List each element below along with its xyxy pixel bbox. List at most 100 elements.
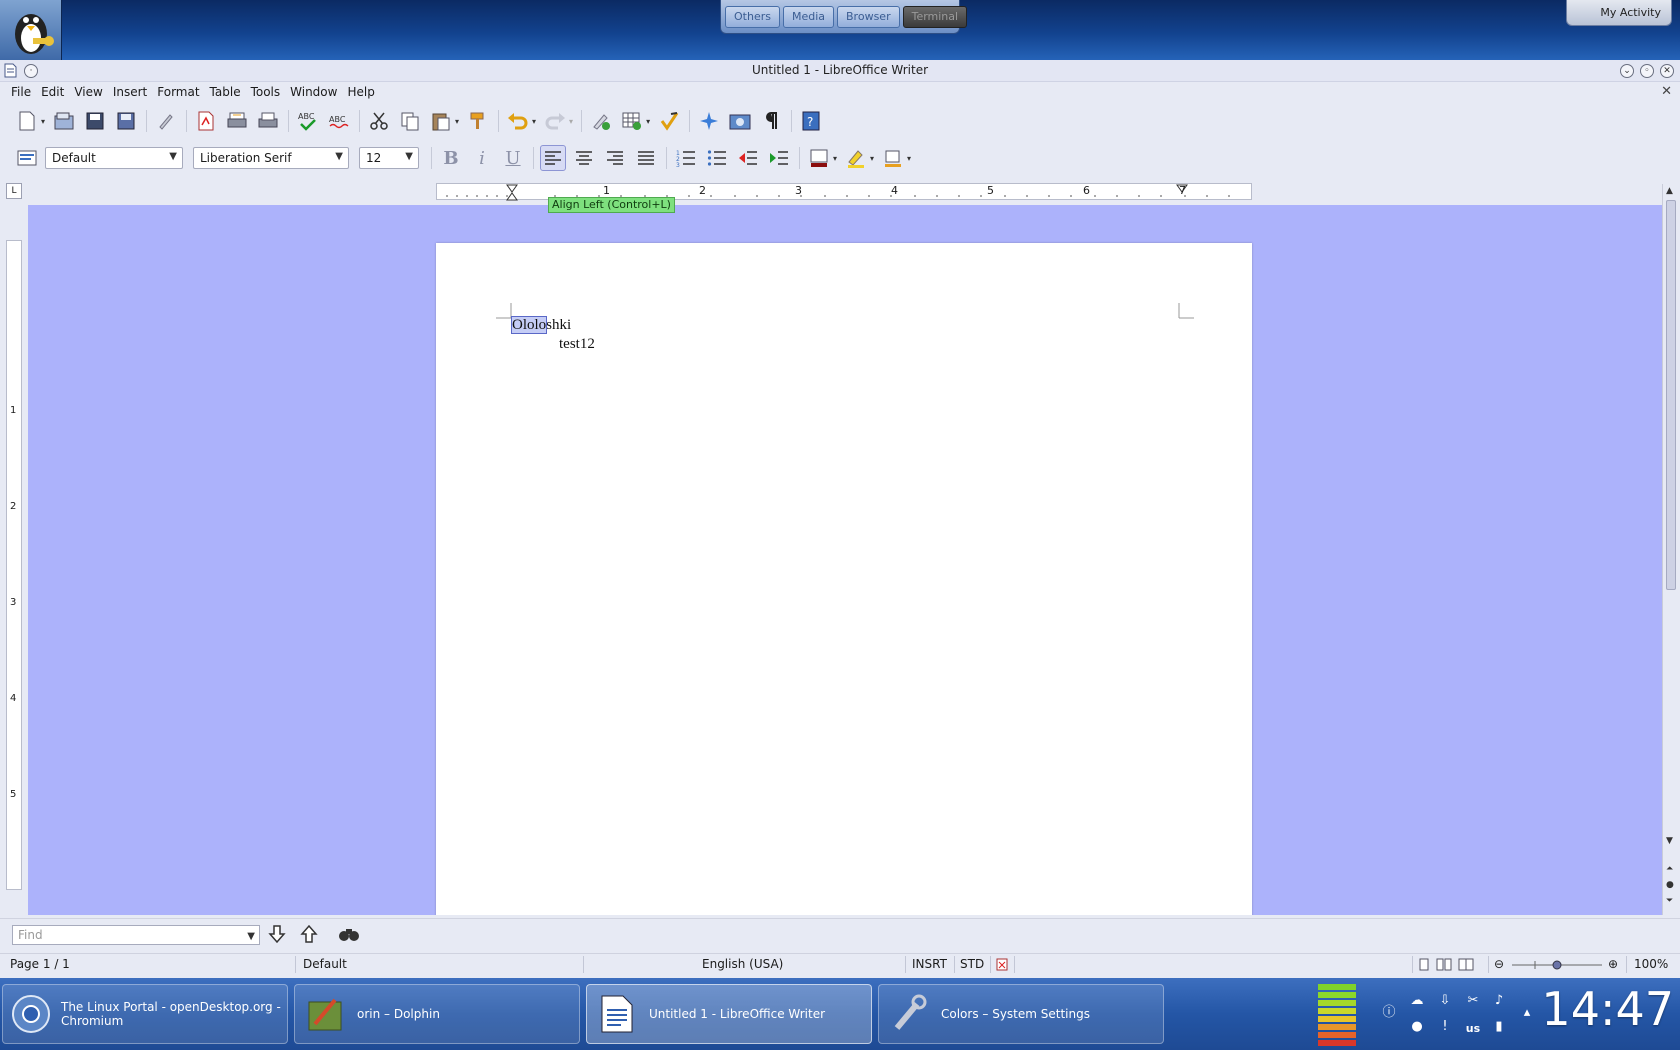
- warning-icon[interactable]: !: [1436, 1018, 1454, 1036]
- bullets-icon[interactable]: [704, 145, 730, 171]
- align-right-icon[interactable]: [602, 145, 628, 171]
- new-document-icon[interactable]: [14, 108, 40, 134]
- spelling-icon[interactable]: ABC: [295, 108, 321, 134]
- highlighting-icon[interactable]: [843, 145, 869, 171]
- menu-edit[interactable]: Edit: [36, 85, 69, 99]
- bold-icon[interactable]: B: [438, 145, 464, 171]
- activity-tab-browser[interactable]: Browser: [837, 5, 900, 28]
- save-icon[interactable]: [82, 108, 108, 134]
- find-next-icon[interactable]: [268, 925, 286, 946]
- edit-file-icon[interactable]: [153, 108, 179, 134]
- vertical-scrollbar[interactable]: ▲ ▼ ⏶ ● ⏷: [1662, 184, 1680, 915]
- justify-icon[interactable]: [633, 145, 659, 171]
- gallery-icon[interactable]: [727, 108, 753, 134]
- notes-icon[interactable]: ●: [1408, 1018, 1426, 1036]
- zoom-in-icon[interactable]: ⊕: [1608, 957, 1618, 971]
- task-system-settings[interactable]: Colors – System Settings: [878, 984, 1164, 1044]
- kde-logo-icon[interactable]: [0, 0, 62, 60]
- minimize-icon[interactable]: ⌄: [1620, 64, 1634, 78]
- print-directly-icon[interactable]: [224, 108, 250, 134]
- table-icon[interactable]: [619, 108, 645, 134]
- undo-icon[interactable]: [505, 108, 531, 134]
- my-activity-button[interactable]: My Activity: [1566, 0, 1672, 26]
- menu-help[interactable]: Help: [342, 85, 379, 99]
- scroll-down-icon[interactable]: ▼: [1666, 836, 1673, 846]
- align-center-icon[interactable]: [571, 145, 597, 171]
- find-previous-icon[interactable]: [300, 924, 318, 946]
- close-document-icon[interactable]: ✕: [1661, 84, 1672, 99]
- print-preview-icon[interactable]: [255, 108, 281, 134]
- menu-view[interactable]: View: [69, 85, 107, 99]
- save-as-icon[interactable]: [113, 108, 139, 134]
- task-dolphin[interactable]: orin – Dolphin: [294, 984, 580, 1044]
- maximize-icon[interactable]: ◦: [1640, 64, 1654, 78]
- info-icon[interactable]: ⓘ: [1380, 1004, 1398, 1022]
- previous-page-icon[interactable]: ⏶: [1666, 864, 1673, 874]
- cut-icon[interactable]: [366, 108, 392, 134]
- multi-page-view-icon[interactable]: [1436, 958, 1452, 974]
- language[interactable]: English (USA): [702, 957, 783, 971]
- clone-formatting-icon[interactable]: [465, 108, 491, 134]
- show-draw-functions-icon[interactable]: [656, 108, 682, 134]
- paragraph-style-combo[interactable]: Default ▼: [45, 147, 183, 169]
- tab-stop-selector[interactable]: L: [6, 183, 22, 199]
- font-size-combo[interactable]: 12 ▼: [359, 147, 419, 169]
- scroll-up-icon[interactable]: ▲: [1666, 186, 1673, 196]
- task-libreoffice-writer[interactable]: Untitled 1 - LibreOffice Writer: [586, 984, 872, 1044]
- hyperlink-icon[interactable]: [588, 108, 614, 134]
- increase-indent-icon[interactable]: [766, 145, 792, 171]
- expand-tray-icon[interactable]: ▴: [1518, 1004, 1536, 1022]
- page-count[interactable]: Page 1 / 1: [10, 957, 70, 971]
- formatting-marks-icon[interactable]: [758, 108, 784, 134]
- document-line-1[interactable]: Ololoshki: [510, 316, 571, 334]
- redo-icon[interactable]: [542, 108, 568, 134]
- align-left-icon[interactable]: [540, 145, 566, 171]
- volume-icon[interactable]: ♪: [1490, 992, 1508, 1010]
- zoom-level[interactable]: 100%: [1634, 957, 1668, 971]
- zoom-slider[interactable]: [1510, 958, 1604, 972]
- download-icon[interactable]: ⇩: [1436, 992, 1454, 1010]
- activity-tab-terminal[interactable]: Terminal: [902, 5, 968, 28]
- close-window-icon[interactable]: ✕: [1660, 64, 1674, 78]
- paste-icon[interactable]: [428, 108, 454, 134]
- weather-icon[interactable]: ☁: [1408, 992, 1426, 1010]
- task-chromium[interactable]: The Linux Portal - openDesktop.org - Chr…: [2, 984, 288, 1044]
- menu-tools[interactable]: Tools: [246, 85, 286, 99]
- help-icon[interactable]: ?: [798, 108, 824, 134]
- background-color-icon[interactable]: [880, 145, 906, 171]
- find-replace-binoculars-icon[interactable]: [338, 925, 360, 946]
- copy-icon[interactable]: [397, 108, 423, 134]
- activity-tab-media[interactable]: Media: [782, 5, 835, 28]
- underline-icon[interactable]: U: [500, 145, 526, 171]
- navigation-icon[interactable]: ●: [1666, 880, 1674, 890]
- document-line-2[interactable]: test12: [559, 336, 595, 353]
- menu-format[interactable]: Format: [152, 85, 204, 99]
- book-view-icon[interactable]: [1458, 958, 1474, 974]
- document-page[interactable]: Ololoshki test12: [436, 243, 1252, 915]
- insert-mode[interactable]: INSRT: [912, 957, 947, 971]
- find-input[interactable]: Find ▼: [12, 925, 260, 945]
- font-color-icon[interactable]: [806, 145, 832, 171]
- decrease-indent-icon[interactable]: [735, 145, 761, 171]
- menu-file[interactable]: File: [6, 85, 36, 99]
- italic-icon[interactable]: i: [469, 145, 495, 171]
- single-page-view-icon[interactable]: [1418, 958, 1430, 974]
- clock[interactable]: 14:47: [1541, 982, 1674, 1036]
- styles-formatting-icon[interactable]: [14, 145, 40, 171]
- cpu-load-icon[interactable]: [1318, 984, 1356, 1046]
- page-style[interactable]: Default: [303, 957, 347, 971]
- numbering-icon[interactable]: 123: [673, 145, 699, 171]
- clipboard-scissors-icon[interactable]: ✂: [1464, 992, 1482, 1010]
- activity-tab-others[interactable]: Others: [725, 5, 780, 28]
- selection-mode[interactable]: STD: [960, 957, 984, 971]
- font-name-combo[interactable]: Liberation Serif ▼: [193, 147, 349, 169]
- menu-table[interactable]: Table: [205, 85, 246, 99]
- menu-window[interactable]: Window: [285, 85, 342, 99]
- battery-icon[interactable]: ▮: [1490, 1018, 1508, 1036]
- next-page-icon[interactable]: ⏷: [1666, 896, 1673, 906]
- selected-text[interactable]: Ololo: [510, 316, 548, 334]
- navigator-icon[interactable]: [696, 108, 722, 134]
- zoom-out-icon[interactable]: ⊖: [1494, 957, 1504, 971]
- vertical-ruler[interactable]: 1 2 3 4 5: [6, 240, 22, 890]
- menu-insert[interactable]: Insert: [108, 85, 152, 99]
